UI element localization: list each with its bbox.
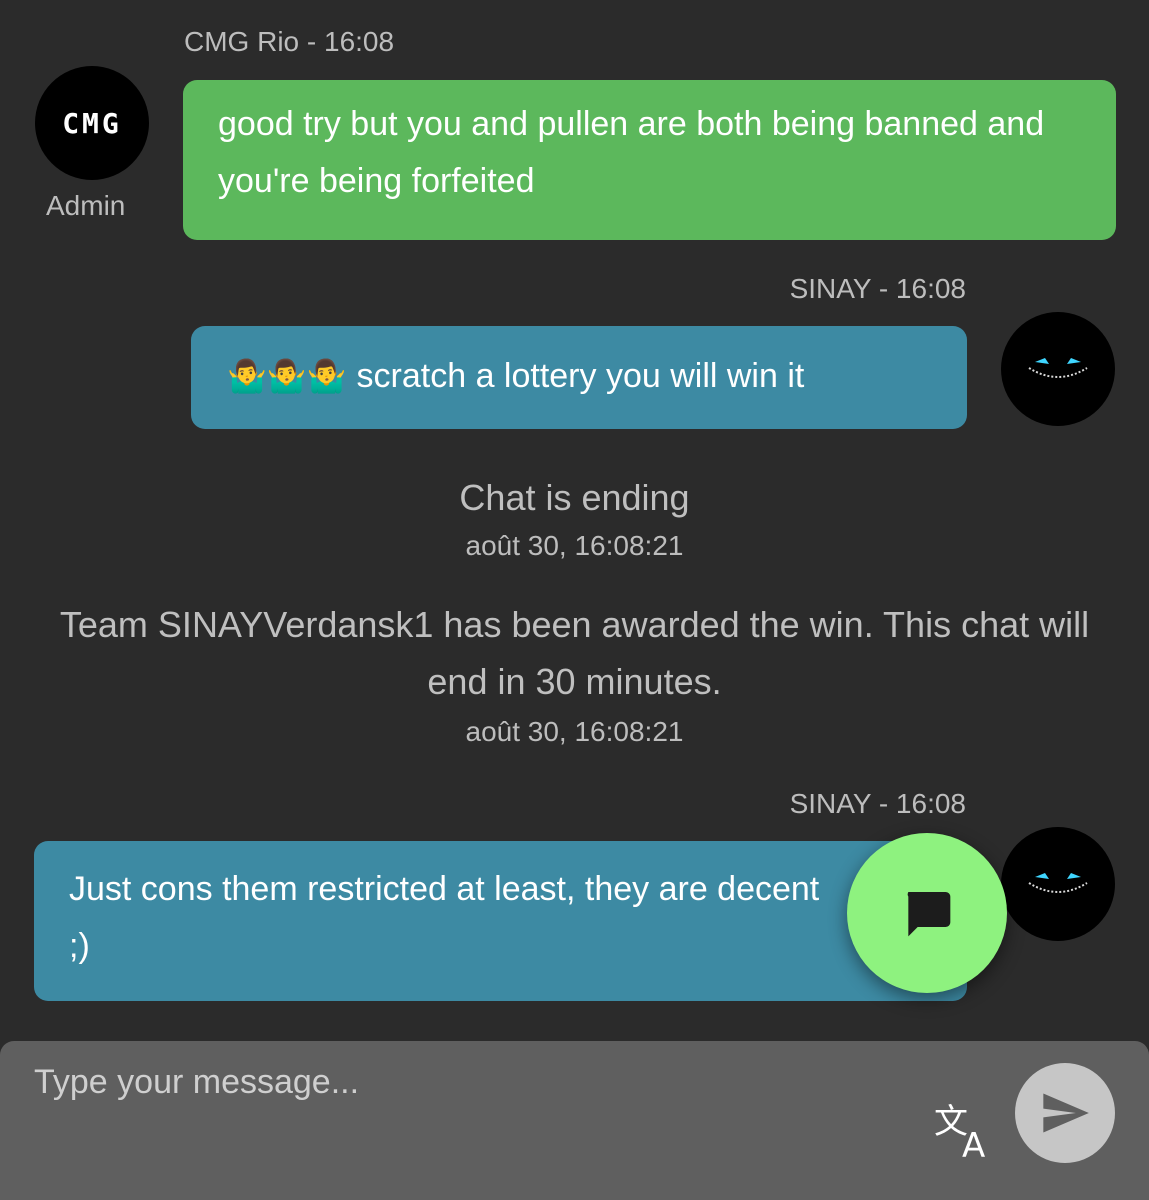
system-message-time: août 30, 16:08:21 (465, 716, 684, 747)
translate-icon: 文 A (934, 1102, 985, 1166)
send-icon (1043, 1093, 1089, 1133)
message-composer: Type your message... 文 A (0, 1041, 1149, 1200)
shrug-emoji-group: 🤷‍♂️🤷‍♂️🤷‍♂️ (227, 358, 347, 394)
message-sender-line: SINAY - 16:08 (789, 273, 966, 304)
chat-bubble-icon (907, 892, 951, 937)
user-avatar[interactable] (1001, 312, 1115, 426)
grin-face-icon (1028, 873, 1088, 893)
system-message-text: Team SINAYVerdansk1 has been awarded the… (59, 604, 1090, 702)
send-button[interactable] (1015, 1063, 1115, 1163)
translate-button[interactable]: 文 A (934, 1099, 1000, 1166)
admin-role-label: Admin (46, 190, 126, 221)
svg-text:A: A (962, 1126, 985, 1161)
message-text: scratch a lottery you will win it (356, 357, 805, 395)
message-sender-line: SINAY - 16:08 (789, 788, 966, 819)
admin-avatar[interactable]: CMG (35, 66, 149, 180)
user-avatar[interactable] (1001, 827, 1115, 941)
message-input[interactable]: Type your message... (34, 1063, 894, 1123)
cmg-logo: CMG (62, 106, 122, 140)
chat-fab-button[interactable] (847, 833, 1007, 993)
message-bubble-user[interactable]: Just cons them restricted at least, they… (34, 841, 967, 1001)
message-sender-line: CMG Rio - 16:08 (184, 26, 395, 57)
message-bubble-user[interactable]: 🤷‍♂️🤷‍♂️🤷‍♂️ scratch a lottery you will … (191, 326, 967, 429)
grin-face-icon (1028, 358, 1088, 378)
message-bubble-admin[interactable]: good try but you and pullen are both bei… (183, 80, 1116, 240)
message-text: good try but you and pullen are both bei… (218, 105, 1045, 200)
message-text: Just cons them restricted at least, they… (69, 870, 820, 965)
system-message-time: août 30, 16:08:21 (465, 530, 684, 561)
message-input-placeholder: Type your message... (34, 1063, 360, 1101)
system-message-text: Chat is ending (459, 477, 690, 518)
